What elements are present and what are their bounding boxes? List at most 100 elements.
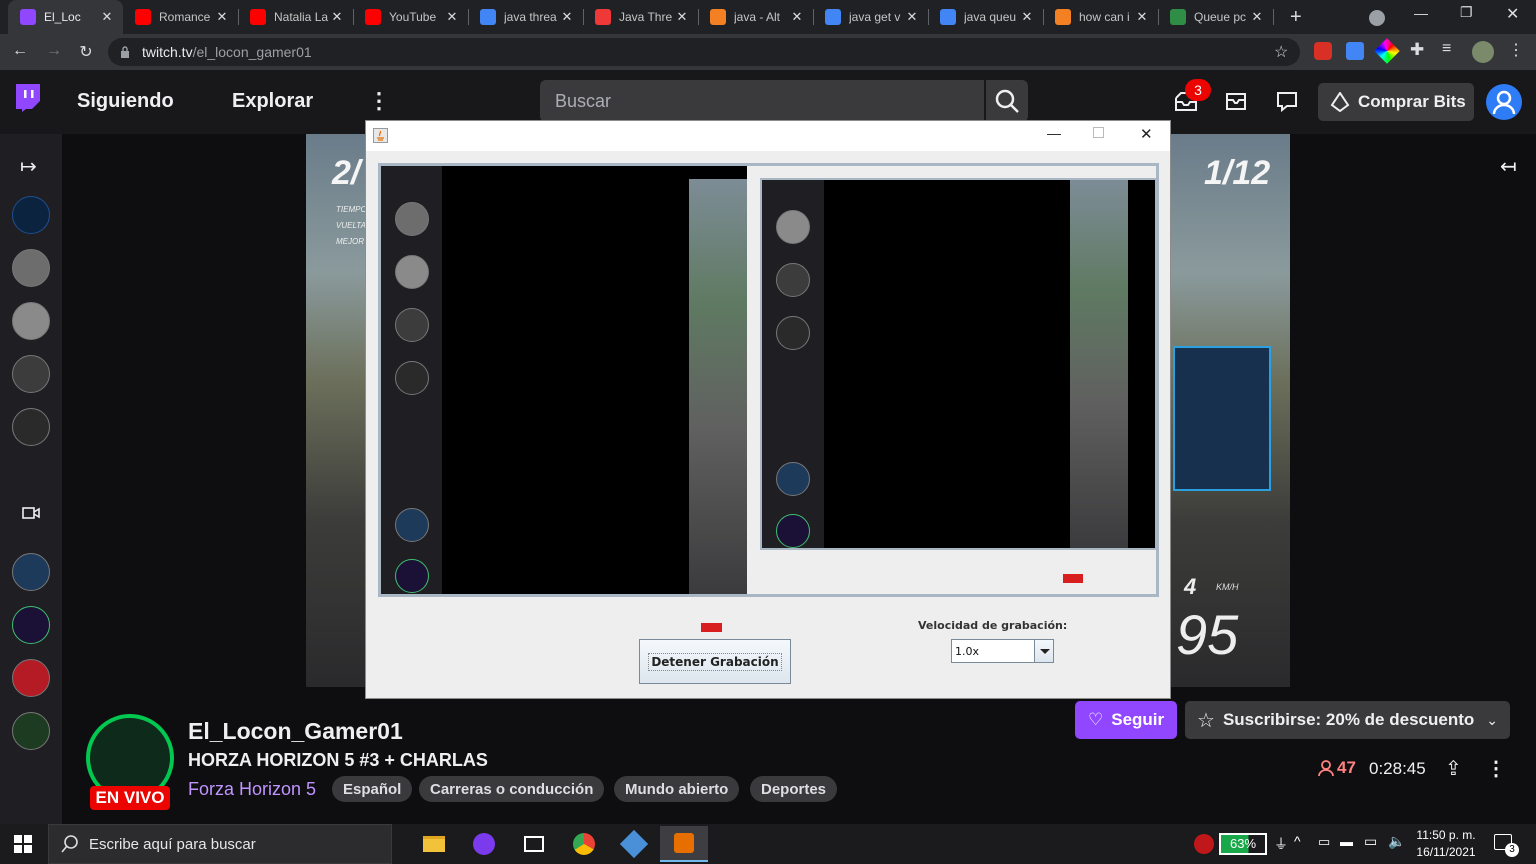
tag-language[interactable]: Español <box>332 776 413 802</box>
tab-search-icon[interactable] <box>1369 10 1385 26</box>
address-bar[interactable]: twitch.tv/el_locon_gamer01 ☆ <box>108 38 1300 66</box>
expand-sidebar-icon[interactable]: ↦ <box>20 154 37 179</box>
tag-racing[interactable]: Carreras o conducción <box>419 776 605 802</box>
channel-name[interactable]: El_Locon_Gamer01 <box>188 718 403 745</box>
github-icon[interactable] <box>460 826 508 862</box>
channel-avatar[interactable] <box>12 553 50 591</box>
battery-indicator[interactable]: 63% <box>1219 833 1267 855</box>
race-position-left: 2/ <box>332 154 361 192</box>
browser-tab[interactable]: java queu ✕ <box>928 0 1044 34</box>
close-tab-icon[interactable]: ✕ <box>559 9 575 25</box>
close-tab-icon[interactable]: ✕ <box>1019 9 1035 25</box>
share-icon[interactable]: ⇪ <box>1445 756 1462 781</box>
stop-recording-button[interactable]: Detener Grabación <box>639 639 791 684</box>
translate-extension-icon[interactable] <box>1346 42 1364 60</box>
game-link[interactable]: Forza Horizon 5 <box>188 779 316 800</box>
browser-tab[interactable]: java threa ✕ <box>468 0 584 34</box>
search-button[interactable] <box>986 80 1028 122</box>
close-tab-icon[interactable]: ✕ <box>904 9 920 25</box>
chat-bubble-icon[interactable] <box>1276 90 1298 113</box>
whispers-mail-icon[interactable] <box>1225 90 1247 112</box>
browser-tab[interactable]: java get v ✕ <box>813 0 929 34</box>
chrome-menu-icon[interactable]: ⋮ <box>1508 40 1524 60</box>
back-icon[interactable]: ← <box>10 42 30 60</box>
tag-open-world[interactable]: Mundo abierto <box>614 776 740 802</box>
reading-list-icon[interactable]: ≡ <box>1442 40 1451 58</box>
close-tab-icon[interactable]: ✕ <box>789 9 805 25</box>
close-tab-icon[interactable]: ✕ <box>674 9 690 25</box>
more-menu-icon[interactable]: ⋮ <box>368 88 390 114</box>
nested-avatar <box>776 263 810 297</box>
taskbar-search-input[interactable]: Escribe aquí para buscar <box>48 824 392 864</box>
minimize-icon[interactable]: — <box>1047 125 1061 141</box>
network-icon[interactable]: ▭ <box>1364 833 1377 850</box>
color-extension-icon[interactable] <box>1374 38 1400 64</box>
browser-tab[interactable]: Romance ✕ <box>123 0 239 34</box>
channel-avatar[interactable] <box>12 249 50 287</box>
channel-avatar[interactable] <box>12 606 50 644</box>
file-explorer-icon[interactable] <box>410 826 458 862</box>
browser-tab[interactable]: Natalia La ✕ <box>238 0 354 34</box>
forward-icon[interactable]: → <box>44 42 64 60</box>
browser-tab[interactable]: Queue pc ✕ <box>1158 0 1274 34</box>
chevron-up-icon[interactable]: ^ <box>1294 833 1301 849</box>
preview-video-strip <box>689 179 747 594</box>
collapse-chat-icon[interactable]: ↤ <box>1500 154 1517 179</box>
tab-title: java queu <box>964 10 1017 24</box>
user-avatar[interactable] <box>1486 84 1522 120</box>
following-link[interactable]: Siguiendo <box>77 90 174 113</box>
buy-bits-button[interactable]: Comprar Bits <box>1318 83 1474 121</box>
battery-tray-icon[interactable]: ▬ <box>1340 834 1353 849</box>
new-tab-button[interactable]: + <box>1290 6 1302 29</box>
antivirus-tray-icon[interactable] <box>1194 834 1214 854</box>
java-app-taskbar-icon[interactable] <box>660 826 708 862</box>
tray-app-icon[interactable]: ▭ <box>1318 834 1330 850</box>
channel-avatar[interactable] <box>12 712 50 750</box>
channel-avatar[interactable] <box>12 408 50 446</box>
race-position: 1/12 <box>1204 154 1271 192</box>
browser-tab[interactable]: java - Alt ✕ <box>698 0 814 34</box>
clock[interactable]: 11:50 p. m. 16/11/2021 <box>1414 827 1478 861</box>
netbeans-icon[interactable] <box>610 826 658 862</box>
windows-start-icon[interactable] <box>14 835 32 853</box>
channel-avatar[interactable] <box>12 355 50 393</box>
close-tab-icon[interactable]: ✕ <box>444 9 460 25</box>
chevron-down-icon[interactable] <box>1034 640 1053 662</box>
subscribe-button[interactable]: ☆ Suscribirse: 20% de descuento ⌄ <box>1185 701 1510 739</box>
close-tab-icon[interactable]: ✕ <box>329 9 345 25</box>
maximize-icon[interactable] <box>1093 127 1104 138</box>
channel-avatar[interactable] <box>12 196 50 234</box>
url-path: /el_locon_gamer01 <box>192 44 312 60</box>
channel-avatar[interactable] <box>12 659 50 697</box>
adblock-extension-icon[interactable] <box>1314 42 1332 60</box>
tag-sports[interactable]: Deportes <box>750 776 838 802</box>
minimize-window-icon[interactable]: — <box>1414 5 1428 21</box>
follow-button[interactable]: ♡ Seguir <box>1075 701 1177 739</box>
record-speed-select[interactable]: 1.0x <box>951 639 1054 663</box>
restore-window-icon[interactable]: ❐ <box>1460 4 1473 21</box>
twitch-logo-icon[interactable] <box>14 84 40 112</box>
twitch-icon <box>20 9 36 25</box>
close-tab-icon[interactable]: ✕ <box>214 9 230 25</box>
browser-tab[interactable]: YouTube ✕ <box>353 0 469 34</box>
media-app-icon[interactable] <box>510 826 558 862</box>
extensions-puzzle-icon[interactable]: ✚ <box>1410 40 1424 60</box>
close-icon[interactable]: ✕ <box>1140 125 1153 143</box>
browser-tab[interactable]: how can i ✕ <box>1043 0 1159 34</box>
browser-tab[interactable]: Java Thre ✕ <box>583 0 699 34</box>
bookmark-star-icon[interactable]: ☆ <box>1274 42 1288 62</box>
profile-avatar[interactable] <box>1472 41 1494 63</box>
volume-icon[interactable]: 🔈 <box>1388 833 1405 850</box>
search-input[interactable]: Buscar <box>540 80 984 122</box>
close-tab-icon[interactable]: ✕ <box>1249 9 1265 25</box>
close-tab-icon[interactable]: ✕ <box>99 9 115 25</box>
reload-icon[interactable]: ↻ <box>76 42 96 62</box>
channel-avatar[interactable] <box>12 302 50 340</box>
more-options-icon[interactable]: ⋮ <box>1486 756 1506 781</box>
browse-link[interactable]: Explorar <box>232 90 313 113</box>
close-tab-icon[interactable]: ✕ <box>1134 9 1150 25</box>
tab-title: Java Thre <box>619 10 673 24</box>
chrome-icon[interactable] <box>560 826 608 862</box>
browser-tab[interactable]: El_Loc ✕ <box>8 0 123 34</box>
close-window-icon[interactable]: ✕ <box>1506 4 1519 24</box>
